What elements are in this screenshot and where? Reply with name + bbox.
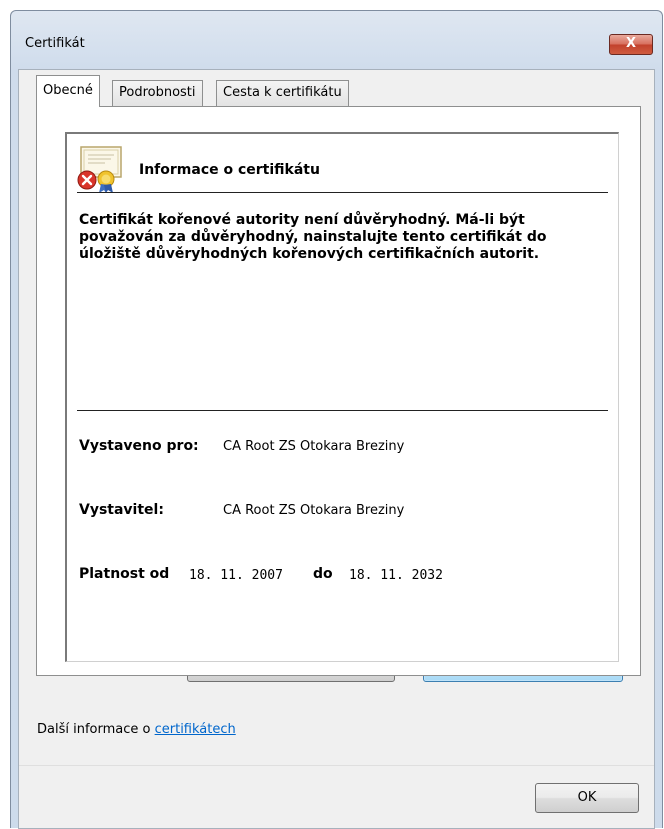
- tab-details[interactable]: Podrobnosti: [112, 80, 203, 106]
- more-info-text: Další informace o: [37, 722, 155, 737]
- close-button[interactable]: X: [609, 34, 653, 55]
- issued-to-label: Vystaveno pro:: [79, 438, 199, 454]
- more-info-line: Další informace o certifikátech: [37, 722, 236, 737]
- footer-separator: [19, 765, 654, 766]
- issuer-label: Vystavitel:: [79, 502, 164, 518]
- window-title: Certifikát: [25, 36, 85, 51]
- certificates-link[interactable]: certifikátech: [155, 722, 236, 737]
- title-bar[interactable]: Certifikát X: [11, 11, 662, 55]
- ok-button[interactable]: OK: [535, 783, 639, 813]
- valid-to-label: do: [313, 566, 333, 582]
- trust-warning-text: Certifikát kořenové autority není důvěry…: [79, 212, 547, 262]
- divider-bottom: [77, 410, 608, 411]
- tab-general[interactable]: Obecné: [36, 75, 100, 107]
- certificate-info-box: Informace o certifikátu Certifikát kořen…: [65, 132, 619, 662]
- valid-from-label: Platnost od: [79, 566, 170, 582]
- valid-from-value[interactable]: 18. 11. 2007: [189, 568, 283, 583]
- valid-to-value[interactable]: 18. 11. 2032: [349, 568, 443, 583]
- certificate-error-icon: [73, 144, 127, 194]
- issued-to-value[interactable]: CA Root ZS Otokara Breziny: [223, 439, 404, 454]
- dialog-body: Obecné Podrobnosti Cesta k certifikátu I…: [18, 69, 655, 829]
- tab-panel-general: Informace o certifikátu Certifikát kořen…: [36, 106, 641, 676]
- tab-certification-path[interactable]: Cesta k certifikátu: [216, 80, 349, 106]
- divider-top: [77, 192, 608, 193]
- issuer-value[interactable]: CA Root ZS Otokara Breziny: [223, 503, 404, 518]
- certificate-dialog: Certifikát X Obecné Podrobnosti Cesta k …: [10, 10, 663, 829]
- info-heading: Informace o certifikátu: [139, 162, 320, 178]
